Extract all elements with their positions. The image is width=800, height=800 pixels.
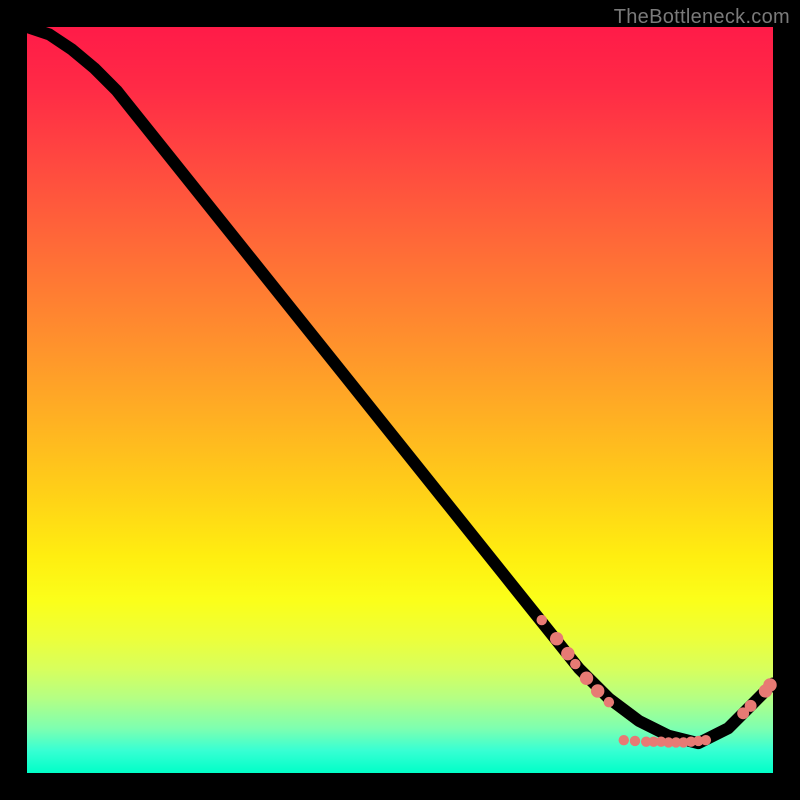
curve-line [27, 27, 773, 743]
chart-stage: TheBottleneck.com [0, 0, 800, 800]
data-point [537, 615, 547, 625]
data-point [619, 735, 629, 745]
watermark-text: TheBottleneck.com [614, 6, 790, 29]
data-point [570, 659, 580, 669]
data-point [580, 672, 593, 685]
data-point [701, 735, 711, 745]
data-point [591, 684, 604, 697]
data-point [561, 647, 574, 660]
data-point [745, 700, 757, 712]
data-point [763, 678, 776, 691]
data-point [550, 632, 563, 645]
chart-svg [27, 27, 773, 773]
data-point [630, 736, 640, 746]
data-point [604, 697, 614, 707]
plot-area [27, 27, 773, 773]
